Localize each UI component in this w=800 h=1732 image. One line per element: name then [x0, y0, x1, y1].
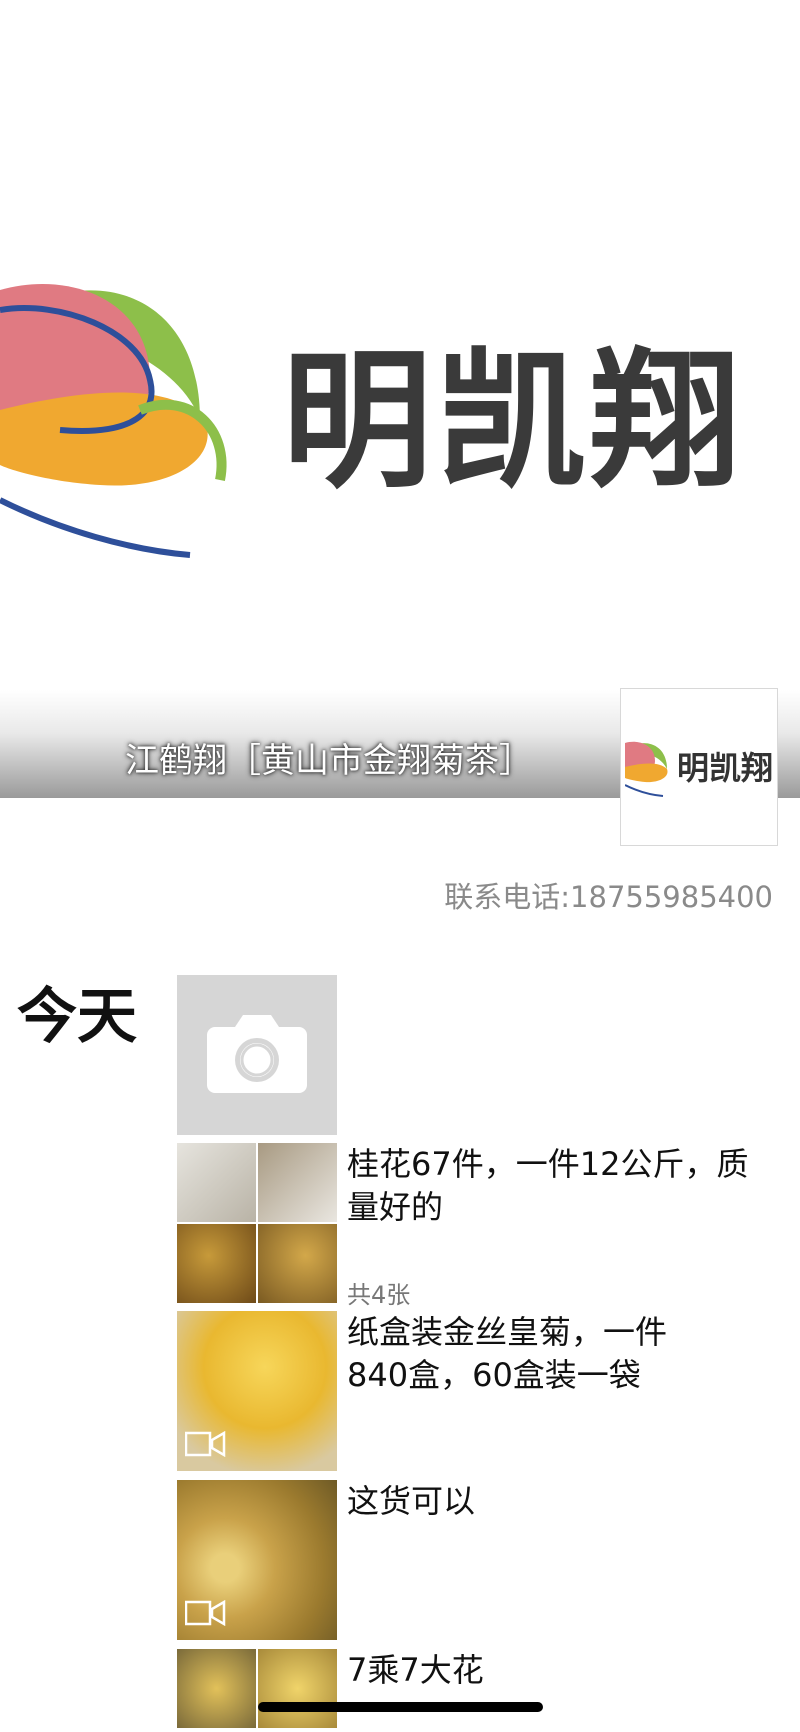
brand-logo-icon	[0, 284, 227, 558]
post-text: 7乘7大花	[347, 1651, 484, 1689]
post-video-thumbnail[interactable]	[177, 1311, 337, 1471]
post-image-count: 共4张	[347, 1281, 411, 1309]
thumbnail-image	[258, 1649, 337, 1728]
brand-text: 明凯翔	[282, 333, 745, 509]
timeline-post[interactable]: 纸盒装金丝皇菊，一件840盒，60盒装一袋	[177, 1311, 777, 1471]
post-text: 纸盒装金丝皇菊，一件840盒，60盒装一袋	[347, 1313, 668, 1394]
thumbnail-image	[177, 1143, 256, 1222]
video-icon	[185, 1600, 226, 1626]
thumbnail-image	[258, 1224, 337, 1303]
profile-name[interactable]: 江鹤翔［黄山市金翔菊茶］	[125, 733, 533, 782]
contact-phone[interactable]: 联系电话:18755985400	[444, 874, 773, 916]
avatar-logo-icon	[625, 741, 668, 797]
post-thumbnail-grid[interactable]	[177, 1649, 337, 1732]
add-post-camera-button[interactable]	[177, 975, 337, 1135]
post-text: 这货可以	[347, 1482, 476, 1520]
cover-image[interactable]: 明凯翔 江鹤翔［黄山市金翔菊茶］	[0, 0, 800, 798]
video-icon	[185, 1431, 226, 1457]
timeline-post[interactable]: 桂花67件，一件12公斤，质量好的 共4张	[177, 1143, 777, 1309]
camera-icon	[207, 1015, 307, 1093]
day-label: 今天	[17, 982, 137, 1052]
post-text: 桂花67件，一件12公斤，质量好的	[347, 1145, 749, 1226]
avatar[interactable]: 明凯翔	[620, 688, 778, 846]
thumbnail-image	[258, 1143, 337, 1222]
post-video-thumbnail[interactable]	[177, 1480, 337, 1640]
avatar-brand-text: 明凯翔	[677, 749, 774, 787]
timeline-post[interactable]: 7乘7大花	[177, 1649, 777, 1732]
thumbnail-image	[177, 1224, 256, 1303]
timeline-post[interactable]: 这货可以	[177, 1480, 777, 1640]
home-indicator[interactable]	[258, 1702, 543, 1712]
thumbnail-image	[177, 1649, 256, 1728]
post-thumbnail-grid[interactable]	[177, 1143, 337, 1303]
